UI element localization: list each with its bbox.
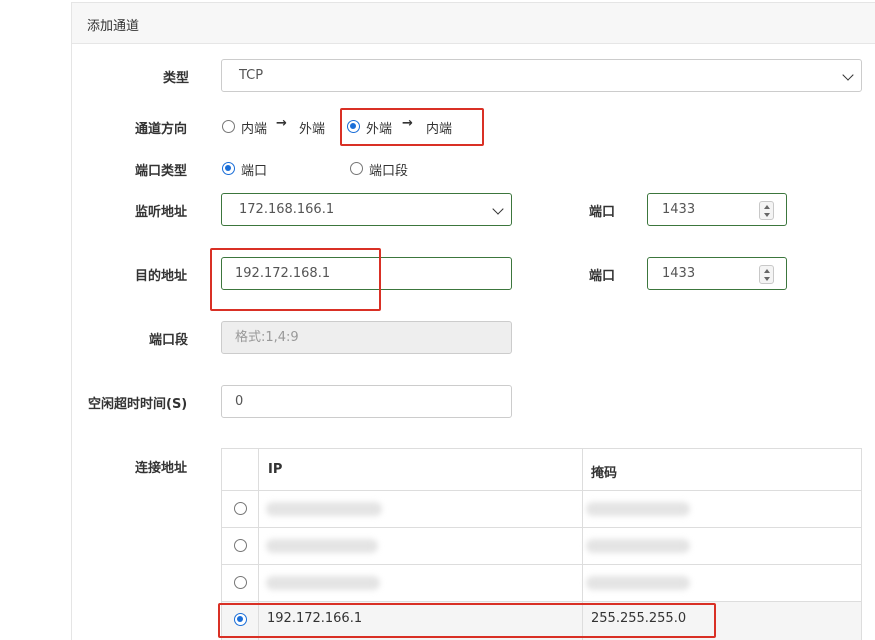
- highlight-direction: [340, 108, 484, 146]
- port-range-label: 端口段: [149, 333, 189, 348]
- idle-timeout-value: 0: [235, 394, 244, 409]
- dest-address-label: 目的地址: [135, 269, 188, 284]
- blurred-ip: [266, 502, 382, 516]
- direction-option-1-to: 外端: [299, 122, 326, 137]
- type-label: 类型: [163, 71, 190, 86]
- chevron-down-icon: [842, 69, 854, 81]
- port-range-placeholder: 格式:1,4:9: [235, 330, 299, 345]
- type-select-value: TCP: [239, 68, 264, 83]
- blurred-mask: [586, 576, 690, 590]
- idle-timeout-input[interactable]: 0: [221, 385, 512, 418]
- blurred-mask: [586, 502, 690, 516]
- highlight-dest-address: [210, 248, 381, 311]
- panel-header: 添加通道: [72, 3, 875, 44]
- panel-title: 添加通道: [87, 19, 140, 34]
- arrow-right-icon: →: [276, 116, 287, 131]
- listen-port-label: 端口: [589, 205, 616, 220]
- blurred-ip: [266, 539, 378, 553]
- port-type-single-text: 端口: [241, 164, 268, 179]
- port-type-single-radio[interactable]: [222, 162, 235, 175]
- port-type-label: 端口类型: [135, 164, 188, 179]
- listen-port-input[interactable]: 1433: [647, 193, 787, 226]
- type-select[interactable]: TCP: [221, 59, 862, 92]
- dest-port-label: 端口: [589, 269, 616, 284]
- connection-address-label: 连接地址: [135, 461, 188, 476]
- listen-address-value: 172.168.166.1: [239, 202, 335, 217]
- direction-option-1-from: 内端: [241, 122, 268, 137]
- dest-port-value: 1433: [662, 266, 696, 281]
- direction-label: 通道方向: [135, 122, 188, 137]
- highlight-selected-row: [218, 603, 716, 638]
- column-header-mask: 掩码: [591, 466, 618, 481]
- listen-port-value: 1433: [662, 202, 696, 217]
- idle-timeout-label: 空闲超时时间(S): [88, 397, 188, 412]
- chevron-down-icon: [492, 203, 504, 215]
- spinner-arrows-icon[interactable]: [759, 201, 774, 220]
- port-type-range-radio[interactable]: [350, 162, 363, 175]
- blurred-ip: [266, 576, 380, 590]
- spinner-arrows-icon[interactable]: [759, 265, 774, 284]
- row-2-radio[interactable]: [234, 539, 247, 552]
- blurred-mask: [586, 539, 690, 553]
- dest-port-input[interactable]: 1433: [647, 257, 787, 290]
- column-header-ip: IP: [268, 462, 283, 477]
- listen-address-label: 监听地址: [135, 205, 188, 220]
- listen-address-select[interactable]: 172.168.166.1: [221, 193, 512, 226]
- row-3-radio[interactable]: [234, 576, 247, 589]
- direction-inner-to-outer-radio[interactable]: [222, 120, 235, 133]
- row-1-radio[interactable]: [234, 502, 247, 515]
- port-range-input[interactable]: 格式:1,4:9: [221, 321, 512, 354]
- port-type-range-text: 端口段: [369, 164, 409, 179]
